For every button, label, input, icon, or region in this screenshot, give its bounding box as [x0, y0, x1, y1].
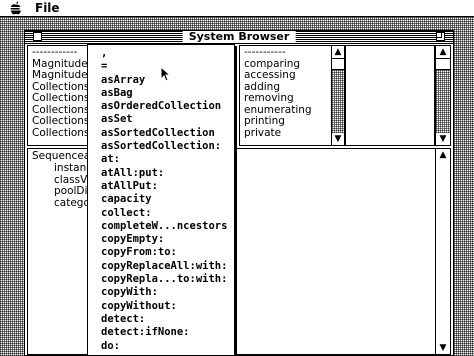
scroll-down-arrow-icon[interactable]: ▼: [436, 133, 450, 145]
scroll-up-arrow-icon[interactable]: ▲: [436, 149, 450, 161]
class-list-item[interactable]: Collections-: [32, 115, 90, 128]
popup-menu-item[interactable]: copyEmpty:: [101, 233, 227, 246]
method-scrollbar[interactable]: ▲ ▼: [435, 45, 451, 146]
popup-menu-item[interactable]: asSortedCollection: [101, 127, 227, 140]
popup-menu-item[interactable]: asSortedCollection:: [101, 140, 227, 153]
popup-menu-item[interactable]: atAll:put:: [101, 167, 227, 180]
protocol-list-item[interactable]: printing: [244, 115, 344, 128]
popup-menu-item[interactable]: collect:: [101, 207, 227, 220]
apple-icon[interactable]: [10, 1, 22, 15]
popup-menu-item[interactable]: copyWithout:: [101, 300, 227, 313]
popup-menu-item[interactable]: asBag: [101, 87, 227, 100]
scroll-track[interactable]: [436, 161, 450, 342]
protocol-list-item[interactable]: removing: [244, 92, 344, 105]
scroll-thumb[interactable]: [332, 58, 344, 70]
selector-popup-menu[interactable]: , = asArray asBag asOrderedCollection asSet as…: [87, 44, 235, 356]
popup-menu-item[interactable]: ,: [101, 47, 227, 60]
popup-menu-item[interactable]: asOrderedCollection: [101, 100, 227, 113]
protocol-list-item[interactable]: accessing: [244, 69, 344, 82]
scroll-thumb[interactable]: [436, 58, 450, 70]
popup-menu-item[interactable]: copyRepla...to:with:: [101, 273, 227, 286]
class-list-item[interactable]: Magnitude-N: [32, 69, 90, 82]
popup-menu-item[interactable]: copyWith:: [101, 286, 227, 299]
close-box-icon[interactable]: [33, 32, 42, 41]
class-list-item[interactable]: Collections-: [32, 127, 90, 140]
code-scrollbar[interactable]: ▲ ▼: [435, 148, 451, 355]
arrow-cursor-icon: [160, 66, 170, 82]
class-list-pane[interactable]: ------------Magnitude-CMagnitude-NCollec…: [27, 45, 91, 146]
menu-file[interactable]: File: [35, 0, 60, 16]
scroll-track[interactable]: [332, 70, 344, 133]
protocol-list-item[interactable]: private: [244, 127, 344, 140]
popup-menu-item[interactable]: do:: [101, 340, 227, 353]
scroll-up-arrow-icon[interactable]: ▲: [436, 46, 450, 58]
popup-menu-item[interactable]: asSet: [101, 113, 227, 126]
zoom-box-icon[interactable]: [436, 32, 445, 41]
protocol-scrollbar[interactable]: ▲ ▼: [331, 45, 345, 146]
popup-menu-item[interactable]: completeW...ncestors: [101, 220, 227, 233]
popup-menu-item[interactable]: atAllPut:: [101, 180, 227, 193]
scroll-down-arrow-icon[interactable]: ▼: [332, 133, 344, 145]
popup-menu-item[interactable]: detect:: [101, 313, 227, 326]
menu-bar: File: [0, 0, 474, 17]
scroll-down-arrow-icon[interactable]: ▼: [436, 342, 450, 354]
popup-menu-item[interactable]: at:: [101, 153, 227, 166]
scroll-up-arrow-icon[interactable]: ▲: [332, 46, 344, 58]
window-title-bar[interactable]: System Browser: [25, 31, 453, 44]
popup-menu-item[interactable]: copyFrom:to:: [101, 246, 227, 259]
class-list-item[interactable]: Collections-: [32, 92, 90, 105]
protocol-list-item[interactable]: -----------: [244, 46, 344, 59]
class-list-item[interactable]: ------------: [32, 46, 90, 59]
window-title: System Browser: [182, 31, 296, 43]
popup-menu-item[interactable]: copyReplaceAll:with:: [101, 260, 227, 273]
popup-menu-item[interactable]: capacity: [101, 193, 227, 206]
protocol-list-pane[interactable]: ----------- comparing accessing adding remov…: [239, 45, 345, 146]
scroll-track[interactable]: [436, 70, 450, 133]
popup-menu-item[interactable]: detect:ifNone:: [101, 326, 227, 339]
method-list-pane[interactable]: [345, 45, 435, 146]
